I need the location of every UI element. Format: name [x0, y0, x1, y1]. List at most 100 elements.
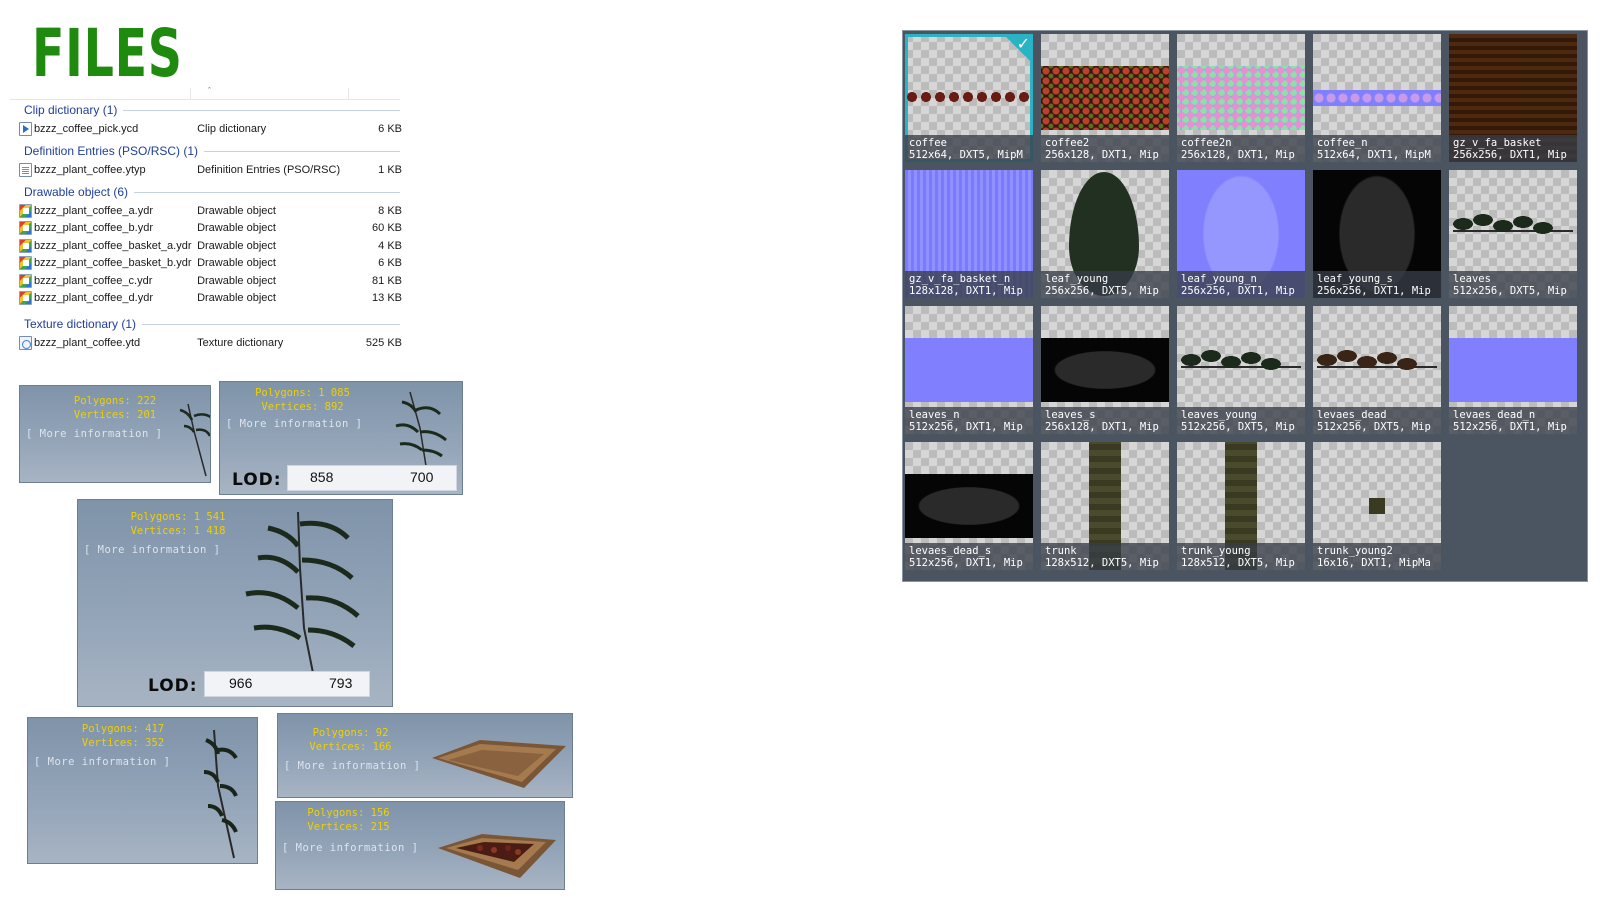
coffee-plant-model [203, 729, 238, 859]
more-information-link[interactable]: [ More information ] [34, 756, 170, 768]
texture-tile[interactable]: leaves_young 512x256, DXT5, Mip [1177, 306, 1305, 434]
file-size: 4 KB [378, 239, 402, 252]
model-preview-card[interactable]: Polygons: 1 085 Vertices: 892 [ More inf… [219, 381, 463, 495]
sort-indicator-icon: ˆ [208, 86, 211, 96]
file-row[interactable]: bzzz_plant_coffee.ytyp Definition Entrie… [10, 161, 402, 179]
texture-name: gz_v_fa_basket_n [909, 273, 1011, 285]
texture-info: 256x256, DXT5, Mip [1045, 285, 1159, 297]
model-icon [19, 203, 32, 218]
texture-info: 16x16, DXT1, MipMa [1317, 557, 1431, 569]
texture-name: levaes_dead_s [909, 545, 992, 557]
model-icon [19, 238, 32, 253]
texture-info: 512x256, DXT1, Mip [909, 557, 1023, 569]
file-size: 6 KB [378, 122, 402, 135]
texture-tile[interactable]: leaf_young_s 256x256, DXT1, Mip [1313, 170, 1441, 298]
file-name: bzzz_plant_coffee_c.ydr [33, 274, 153, 287]
group-divider [204, 150, 400, 152]
more-information-link[interactable]: [ More information ] [26, 428, 162, 440]
texture-tile[interactable]: gz_v_fa_basket_n 128x128, DXT1, Mip [905, 170, 1033, 298]
file-row[interactable]: bzzz_plant_coffee.ytd Texture dictionary… [10, 334, 402, 352]
group-definition-entries: Definition Entries (PSO/RSC) (1) bzzz_pl… [10, 141, 402, 179]
model-preview-card[interactable]: Polygons: 156 Vertices: 215 [ More infor… [275, 801, 565, 890]
file-row[interactable]: bzzz_plant_coffee_c.ydr Drawable object … [10, 272, 402, 290]
group-header-label: Clip dictionary (1) [24, 103, 118, 117]
texture-name: levaes_dead_n [1453, 409, 1536, 421]
texture-name: coffee2n [1181, 137, 1232, 149]
model-preview-card[interactable]: Polygons: 417 Vertices: 352 [ More infor… [27, 717, 258, 864]
model-preview-card[interactable]: Polygons: 1 541 Vertices: 1 418 [ More i… [77, 499, 393, 707]
texture-tile[interactable]: coffee2 256x128, DXT1, Mip [1041, 34, 1169, 162]
model-preview-card[interactable]: Polygons: 222 Vertices: 201 [ More infor… [19, 385, 211, 483]
lod-label: LOD: [232, 470, 282, 490]
texture-tile[interactable]: coffee_n 512x64, DXT1, MipM [1313, 34, 1441, 162]
group-header[interactable]: Texture dictionary (1) [10, 314, 402, 334]
more-information-link[interactable]: [ More information ] [284, 760, 420, 772]
texture-tile[interactable]: leaves 512x256, DXT5, Mip [1449, 170, 1577, 298]
group-clip-dictionary: Clip dictionary (1) bzzz_coffee_pick.ycd… [10, 100, 402, 138]
texture-tile[interactable]: leaf_young 256x256, DXT5, Mip [1041, 170, 1169, 298]
file-row[interactable]: bzzz_coffee_pick.ycd Clip dictionary 6 K… [10, 120, 402, 138]
texture-thumbnail [1317, 340, 1437, 388]
texture-thumbnail [1041, 66, 1169, 130]
file-row[interactable]: bzzz_plant_coffee_basket_b.ydr Drawable … [10, 255, 402, 273]
texture-tile[interactable]: levaes_dead_n 512x256, DXT1, Mip [1449, 306, 1577, 434]
file-type: Drawable object [197, 222, 276, 235]
lod-bar: 966 793 [204, 671, 370, 697]
texture-name: leaf_young [1045, 273, 1109, 285]
file-size: 60 KB [372, 222, 402, 235]
texture-caption: levaes_dead 512x256, DXT5, Mip [1313, 407, 1441, 434]
texture-name: trunk_young [1181, 545, 1251, 557]
lod-value: 858 [310, 469, 334, 485]
texture-name: leaves_s [1045, 409, 1096, 421]
more-information-link[interactable]: [ More information ] [282, 842, 418, 854]
texture-tile[interactable]: coffee 512x64, DXT5, MipM ✓ [905, 34, 1033, 162]
polygon-count: Polygons: 92 [312, 727, 389, 739]
texture-tile[interactable]: levaes_dead 512x256, DXT5, Mip [1313, 306, 1441, 434]
texture-caption: leaves_young 512x256, DXT5, Mip [1177, 407, 1305, 434]
texture-tile[interactable]: leaves_s 256x128, DXT1, Mip [1041, 306, 1169, 434]
texture-tile[interactable]: trunk_young 128x512, DXT5, Mip [1177, 442, 1305, 570]
coffee-plant-model [395, 391, 447, 467]
texture-tile[interactable]: levaes_dead_s 512x256, DXT1, Mip [905, 442, 1033, 570]
group-header[interactable]: Drawable object (6) [10, 182, 402, 202]
more-information-link[interactable]: [ More information ] [84, 544, 220, 556]
texture-tile[interactable]: leaf_young_n 256x256, DXT1, Mip [1177, 170, 1305, 298]
texture-caption: gz_v_fa_basket 256x256, DXT1, Mip [1449, 135, 1577, 162]
column-divider[interactable] [348, 88, 349, 100]
texture-tile[interactable]: coffee2n 256x128, DXT1, Mip [1177, 34, 1305, 162]
texture-name: leaf_young_n [1181, 273, 1257, 285]
file-row[interactable]: bzzz_plant_coffee_d.ydr Drawable object … [10, 290, 402, 308]
file-type: Drawable object [197, 292, 276, 305]
group-header[interactable]: Definition Entries (PSO/RSC) (1) [10, 141, 402, 161]
model-icon [19, 256, 32, 271]
texture-tile[interactable]: trunk_young2 16x16, DXT1, MipMa [1313, 442, 1441, 570]
group-header[interactable]: Clip dictionary (1) [10, 100, 402, 120]
column-divider[interactable] [190, 88, 191, 100]
model-preview-card[interactable]: Polygons: 92 Vertices: 166 [ More inform… [277, 713, 573, 798]
texture-thumbnail [1041, 338, 1169, 402]
file-type: Texture dictionary [197, 336, 284, 349]
texture-info: 512x64, DXT5, MipM [909, 149, 1023, 161]
texture-info: 512x256, DXT5, Mip [1317, 421, 1431, 433]
polygon-count: Polygons: 1 085 [255, 387, 350, 399]
file-row[interactable]: bzzz_plant_coffee_b.ydr Drawable object … [10, 220, 402, 238]
texture-tile[interactable]: trunk 128x512, DXT5, Mip [1041, 442, 1169, 570]
lod-value: 793 [329, 675, 353, 691]
vertex-count: Vertices: 166 [309, 741, 392, 753]
file-row[interactable]: bzzz_plant_coffee_a.ydr Drawable object … [10, 202, 402, 220]
model-icon [19, 273, 32, 288]
more-information-link[interactable]: [ More information ] [226, 418, 362, 430]
texture-info: 512x256, DXT5, Mip [1453, 285, 1567, 297]
texture-name: coffee2 [1045, 137, 1090, 149]
file-row[interactable]: bzzz_plant_coffee_basket_a.ydr Drawable … [10, 237, 402, 255]
texture-thumbnail [905, 338, 1033, 402]
texture-tile[interactable]: leaves_n 512x256, DXT1, Mip [905, 306, 1033, 434]
texture-caption: leaves_n 512x256, DXT1, Mip [905, 407, 1033, 434]
texture-caption: leaf_young_s 256x256, DXT1, Mip [1313, 271, 1441, 298]
file-name: bzzz_plant_coffee_a.ydr [33, 204, 153, 217]
texture-tile[interactable]: gz_v_fa_basket 256x256, DXT1, Mip [1449, 34, 1577, 162]
texture-caption: leaf_young 256x256, DXT5, Mip [1041, 271, 1169, 298]
texture-info: 512x256, DXT5, Mip [1181, 421, 1295, 433]
texture-name: leaf_young_s [1317, 273, 1393, 285]
file-name: bzzz_plant_coffee_basket_b.ydr [33, 257, 192, 270]
